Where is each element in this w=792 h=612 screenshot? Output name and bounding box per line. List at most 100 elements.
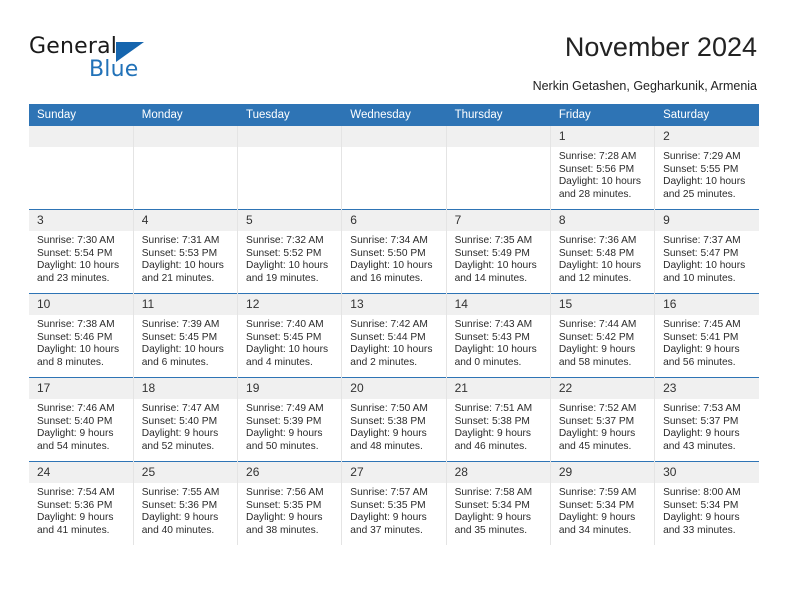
daylight-text-line1: Daylight: 9 hours: [246, 512, 323, 524]
calendar-day-cell[interactable]: 19 Sunrise: 7:49 AM Sunset: 5:39 PM Dayligh…: [237, 377, 343, 462]
calendar-day-cell[interactable]: 1 Sunrise: 7:28 AM Sunset: 5:56 PM Daylight…: [550, 126, 656, 210]
day-details: Sunrise: 7:51 AM Sunset: 5:38 PM Daylight:…: [447, 399, 550, 453]
sunset-text: Sunset: 5:35 PM: [350, 499, 426, 511]
day-details: Sunrise: 7:53 AM Sunset: 5:37 PM Daylight:…: [655, 399, 759, 453]
daylight-text-line1: Daylight: 10 hours: [37, 344, 120, 356]
sunset-text: Sunset: 5:36 PM: [141, 499, 218, 511]
calendar-day-cell[interactable]: 21 Sunrise: 7:51 AM Sunset: 5:38 PM Dayligh…: [446, 377, 551, 462]
sunrise-text: Sunrise: 7:55 AM: [141, 487, 220, 498]
calendar-table: Sunday Monday Tuesday Wednesday Thursday…: [29, 104, 760, 545]
general-blue-logo[interactable]: General Blue: [29, 34, 229, 86]
daylight-text-line1: Daylight: 9 hours: [141, 512, 219, 524]
day-number: 1: [550, 126, 655, 147]
sunset-text: Sunset: 5:40 PM: [37, 415, 113, 427]
calendar-day-cell[interactable]: [237, 126, 343, 210]
daylight-text-line2: and 40 minutes.: [141, 524, 215, 536]
sunrise-text: Sunrise: 7:30 AM: [37, 235, 115, 246]
calendar-day-cell[interactable]: 14 Sunrise: 7:43 AM Sunset: 5:43 PM Dayligh…: [446, 293, 551, 378]
daylight-text-line2: and 37 minutes.: [350, 524, 423, 536]
daylight-text-line2: and 35 minutes.: [454, 524, 528, 536]
sunrise-text: Sunrise: 7:38 AM: [37, 319, 115, 330]
calendar-day-cell[interactable]: 8 Sunrise: 7:36 AM Sunset: 5:48 PM Daylight…: [550, 209, 656, 294]
day-details: Sunrise: 7:58 AM Sunset: 5:34 PM Daylight:…: [447, 483, 550, 537]
daylight-text-line2: and 52 minutes.: [141, 440, 215, 452]
sunset-text: Sunset: 5:56 PM: [558, 163, 635, 175]
day-details: Sunrise: 7:55 AM Sunset: 5:36 PM Daylight:…: [134, 483, 237, 537]
sunset-text: Sunset: 5:35 PM: [246, 499, 322, 511]
calendar-day-cell[interactable]: 28 Sunrise: 7:58 AM Sunset: 5:34 PM Dayligh…: [446, 461, 551, 545]
calendar-day-cell[interactable]: 16 Sunrise: 7:45 AM Sunset: 5:41 PM Dayligh…: [654, 293, 759, 378]
daylight-text-line2: and 21 minutes.: [141, 272, 215, 284]
day-number: 15: [550, 294, 655, 315]
daylight-text-line2: and 4 minutes.: [246, 356, 313, 368]
calendar-day-cell[interactable]: 2 Sunrise: 7:29 AM Sunset: 5:55 PM Daylight…: [654, 126, 759, 210]
calendar-day-cell[interactable]: 15 Sunrise: 7:44 AM Sunset: 5:42 PM Dayligh…: [550, 293, 656, 378]
calendar-day-cell[interactable]: [29, 126, 134, 210]
day-number: 7: [446, 210, 550, 231]
daylight-text-line1: Daylight: 9 hours: [141, 428, 219, 440]
calendar-day-cell[interactable]: 6 Sunrise: 7:34 AM Sunset: 5:50 PM Daylight…: [341, 209, 447, 294]
sunset-text: Sunset: 5:40 PM: [141, 415, 218, 427]
daylight-text-line2: and 34 minutes.: [558, 524, 632, 536]
day-details: Sunrise: 7:42 AM Sunset: 5:44 PM Daylight:…: [342, 315, 445, 369]
sunrise-text: Sunrise: 7:32 AM: [246, 235, 324, 246]
sunrise-text: Sunrise: 7:43 AM: [454, 319, 533, 330]
calendar-day-cell[interactable]: 22 Sunrise: 7:52 AM Sunset: 5:37 PM Dayligh…: [550, 377, 656, 462]
calendar-grid: Sunday Monday Tuesday Wednesday Thursday…: [29, 104, 760, 545]
weekday-header-thursday: Thursday: [446, 104, 551, 126]
calendar-day-cell[interactable]: 25 Sunrise: 7:55 AM Sunset: 5:36 PM Dayligh…: [133, 461, 239, 545]
calendar-day-cell[interactable]: 10 Sunrise: 7:38 AM Sunset: 5:46 PM Dayligh…: [29, 293, 134, 378]
day-number: 14: [446, 294, 550, 315]
daylight-text-line1: Daylight: 10 hours: [558, 176, 641, 188]
calendar-day-cell[interactable]: 12 Sunrise: 7:40 AM Sunset: 5:45 PM Dayligh…: [237, 293, 343, 378]
sunset-text: Sunset: 5:48 PM: [558, 247, 635, 259]
day-number: 10: [29, 294, 133, 315]
calendar-day-cell[interactable]: 17 Sunrise: 7:46 AM Sunset: 5:40 PM Dayligh…: [29, 377, 134, 462]
daylight-text-line1: Daylight: 10 hours: [663, 176, 746, 188]
daylight-text-line1: Daylight: 9 hours: [454, 512, 532, 524]
calendar-day-cell[interactable]: 23 Sunrise: 7:53 AM Sunset: 5:37 PM Dayligh…: [654, 377, 759, 462]
daylight-text-line1: Daylight: 10 hours: [454, 260, 537, 272]
calendar-day-cell[interactable]: 30 Sunrise: 8:00 AM Sunset: 5:34 PM Dayligh…: [654, 461, 759, 545]
day-number: 13: [342, 294, 446, 315]
calendar-day-cell[interactable]: [133, 126, 239, 210]
calendar-day-cell[interactable]: 5 Sunrise: 7:32 AM Sunset: 5:52 PM Daylight…: [237, 209, 343, 294]
calendar-day-cell[interactable]: 26 Sunrise: 7:56 AM Sunset: 5:35 PM Dayligh…: [237, 461, 343, 545]
calendar-week-row: 1 Sunrise: 7:28 AM Sunset: 5:56 PM Daylight…: [29, 126, 759, 210]
sunset-text: Sunset: 5:37 PM: [558, 415, 635, 427]
daylight-text-line1: Daylight: 9 hours: [558, 344, 636, 356]
calendar-day-cell[interactable]: [446, 126, 551, 210]
day-number: 16: [655, 294, 759, 315]
calendar-day-cell[interactable]: 20 Sunrise: 7:50 AM Sunset: 5:38 PM Dayligh…: [341, 377, 447, 462]
sunrise-text: Sunrise: 7:46 AM: [37, 403, 115, 414]
daylight-text-line2: and 28 minutes.: [558, 188, 632, 200]
sunset-text: Sunset: 5:54 PM: [37, 247, 113, 259]
daylight-text-line2: and 43 minutes.: [663, 440, 736, 452]
daylight-text-line1: Daylight: 10 hours: [350, 260, 433, 272]
sunrise-text: Sunrise: 7:28 AM: [558, 151, 637, 162]
day-details: Sunrise: 7:54 AM Sunset: 5:36 PM Daylight:…: [29, 483, 133, 537]
daylight-text-line1: Daylight: 10 hours: [141, 344, 224, 356]
day-number: 11: [133, 294, 238, 315]
calendar-day-cell[interactable]: 13 Sunrise: 7:42 AM Sunset: 5:44 PM Dayligh…: [341, 293, 447, 378]
calendar-day-cell[interactable]: [341, 126, 447, 210]
calendar-day-cell[interactable]: 9 Sunrise: 7:37 AM Sunset: 5:47 PM Daylight…: [654, 209, 759, 294]
daylight-text-line1: Daylight: 9 hours: [663, 428, 740, 440]
day-number: 3: [29, 210, 133, 231]
sunrise-text: Sunrise: 7:59 AM: [558, 487, 637, 498]
daylight-text-line2: and 45 minutes.: [558, 440, 632, 452]
calendar-day-cell[interactable]: 29 Sunrise: 7:59 AM Sunset: 5:34 PM Dayligh…: [550, 461, 656, 545]
daylight-text-line1: Daylight: 9 hours: [350, 512, 427, 524]
daylight-text-line1: Daylight: 10 hours: [558, 260, 641, 272]
daylight-text-line2: and 14 minutes.: [454, 272, 528, 284]
calendar-day-cell[interactable]: 27 Sunrise: 7:57 AM Sunset: 5:35 PM Dayligh…: [341, 461, 447, 545]
daylight-text-line2: and 25 minutes.: [663, 188, 736, 200]
calendar-day-cell[interactable]: 7 Sunrise: 7:35 AM Sunset: 5:49 PM Daylight…: [446, 209, 551, 294]
logo-word-blue: Blue: [89, 57, 139, 82]
calendar-day-cell[interactable]: 18 Sunrise: 7:47 AM Sunset: 5:40 PM Dayligh…: [133, 377, 239, 462]
calendar-day-cell[interactable]: 11 Sunrise: 7:39 AM Sunset: 5:45 PM Dayligh…: [133, 293, 239, 378]
sunrise-text: Sunrise: 7:54 AM: [37, 487, 115, 498]
calendar-day-cell[interactable]: 4 Sunrise: 7:31 AM Sunset: 5:53 PM Daylight…: [133, 209, 239, 294]
calendar-day-cell[interactable]: 24 Sunrise: 7:54 AM Sunset: 5:36 PM Dayligh…: [29, 461, 134, 545]
calendar-day-cell[interactable]: 3 Sunrise: 7:30 AM Sunset: 5:54 PM Daylight…: [29, 209, 134, 294]
